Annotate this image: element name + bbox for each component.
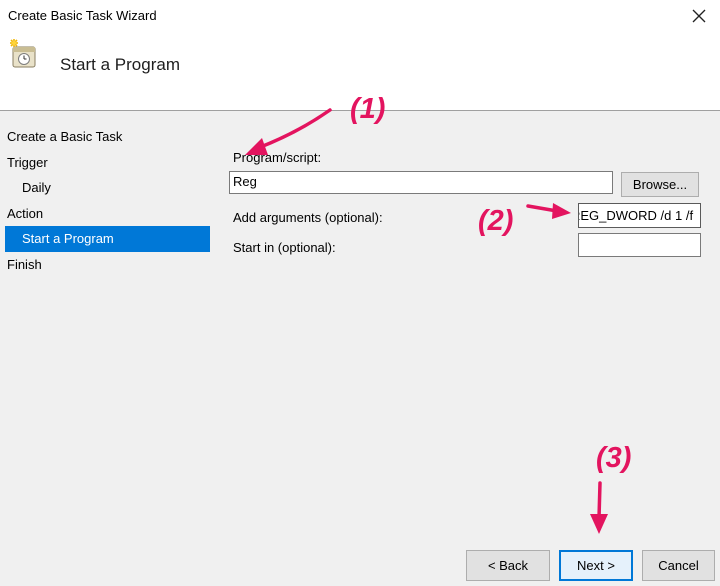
arrow-1 bbox=[245, 108, 332, 155]
step-list: Create a Basic Task Trigger Daily Action… bbox=[0, 124, 216, 277]
step-start-a-program[interactable]: Start a Program bbox=[5, 226, 210, 252]
scheduled-task-icon bbox=[10, 39, 36, 68]
step-finish[interactable]: Finish bbox=[0, 252, 216, 278]
annotation-step-3: (3) bbox=[596, 442, 632, 474]
add-arguments-input[interactable]: REG_DWORD /d 1 /f bbox=[578, 203, 701, 228]
next-button[interactable]: Next > bbox=[559, 550, 633, 581]
annotation-step-1: (1) bbox=[350, 93, 386, 125]
start-in-input[interactable] bbox=[578, 233, 701, 257]
cancel-button[interactable]: Cancel bbox=[642, 550, 715, 581]
step-trigger[interactable]: Trigger bbox=[0, 150, 216, 176]
program-script-input[interactable]: Reg bbox=[229, 171, 613, 194]
annotation-step-2: (2) bbox=[478, 205, 514, 237]
step-daily[interactable]: Daily bbox=[0, 175, 216, 201]
start-in-label: Start in (optional): bbox=[233, 240, 336, 255]
browse-button[interactable]: Browse... bbox=[621, 172, 699, 197]
step-action[interactable]: Action bbox=[0, 201, 216, 227]
arrow-2 bbox=[526, 203, 571, 219]
back-button[interactable]: < Back bbox=[466, 550, 550, 581]
steps-pane: Create a Basic Task Trigger Daily Action… bbox=[0, 111, 216, 546]
add-arguments-label: Add arguments (optional): bbox=[233, 210, 383, 225]
add-arguments-value: REG_DWORD /d 1 /f bbox=[578, 208, 694, 223]
arrow-3 bbox=[590, 481, 608, 534]
page-title: Start a Program bbox=[60, 55, 180, 74]
step-create-basic-task[interactable]: Create a Basic Task bbox=[0, 124, 216, 150]
title-bar: Create Basic Task Wizard bbox=[0, 0, 720, 32]
close-icon[interactable] bbox=[686, 3, 712, 29]
window-title: Create Basic Task Wizard bbox=[8, 8, 157, 23]
program-script-label: Program/script: bbox=[233, 150, 322, 165]
